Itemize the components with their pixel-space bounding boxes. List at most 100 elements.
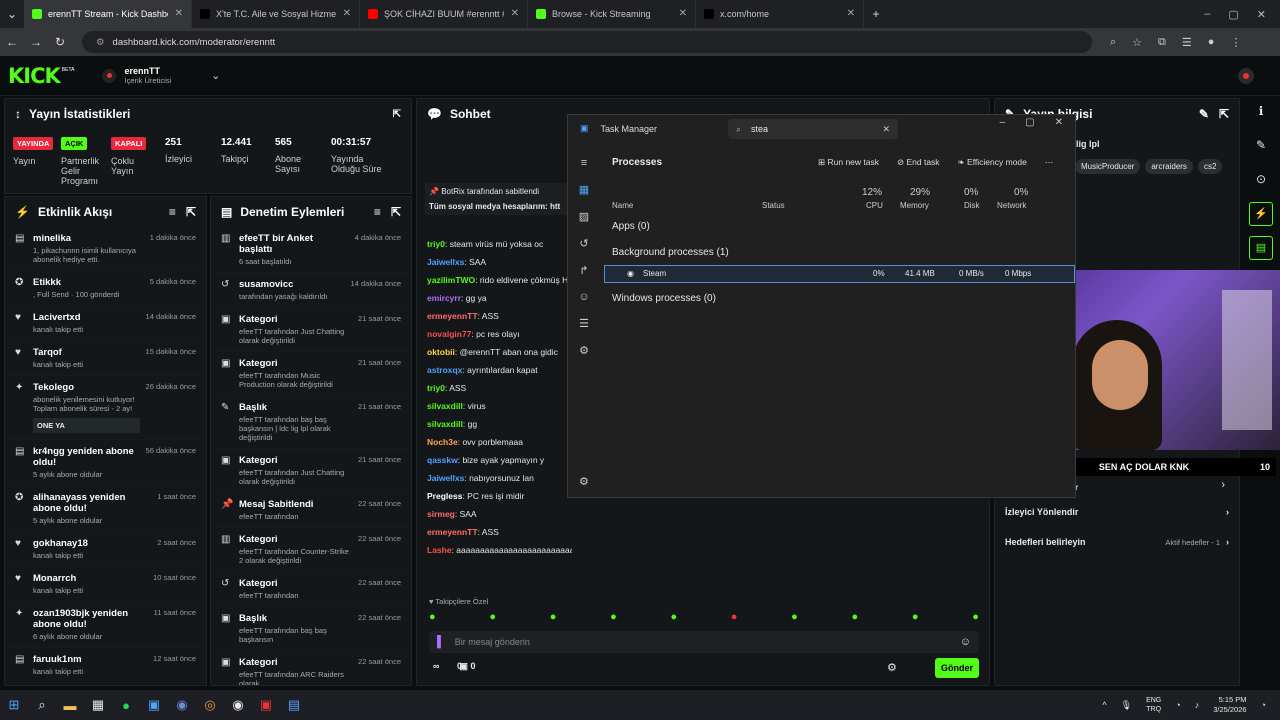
maximize-icon[interactable]: ▢ <box>1025 117 1034 128</box>
emote-icon[interactable]: ● <box>550 611 557 623</box>
wifi-icon[interactable]: ◔ <box>1175 700 1180 710</box>
minimize-icon[interactable]: – <box>1000 117 1006 128</box>
feed-item[interactable]: ▣ Kategori efeeTT tarafından ARC Raiders o… <box>211 651 411 685</box>
services-icon[interactable]: ⚙ <box>579 344 589 357</box>
store-icon[interactable]: ▦ <box>84 697 112 713</box>
background-group[interactable]: Background processes (1) <box>604 247 1075 258</box>
col-name[interactable]: Name <box>612 201 633 210</box>
close-tab-icon[interactable]: ✕ <box>343 8 351 19</box>
pencil-icon[interactable]: ✎ <box>1242 138 1280 152</box>
chat-username[interactable]: silvaxdill <box>427 401 463 411</box>
filter-icon[interactable]: ≡ <box>169 205 176 219</box>
app-icon[interactable]: ▣ <box>140 697 168 713</box>
chat-username[interactable]: triy0 <box>427 383 445 393</box>
details-icon[interactable]: ☰ <box>579 317 589 330</box>
info-row[interactable]: Hedefleri belirleyin Aktif hedefler - 1 › <box>995 527 1239 557</box>
emote-icon[interactable]: ● <box>912 611 919 623</box>
search-icon[interactable]: ⌕ <box>28 697 56 713</box>
feed-item[interactable]: ♥ gokhanay18 kanalı takip etti 2 saat önce <box>5 532 206 567</box>
chat-message[interactable]: astroxqx: ayrıntılardan kapat <box>417 361 572 379</box>
emote-icon[interactable]: ● <box>489 611 496 623</box>
forward-icon[interactable]: → <box>24 35 48 49</box>
reading-list-icon[interactable]: ☰ <box>1182 36 1192 49</box>
stream-tag[interactable]: arcraiders <box>1145 159 1193 174</box>
mic-icon[interactable]: 🎙 <box>1121 700 1132 711</box>
startup-icon[interactable]: ↱ <box>579 264 588 277</box>
close-icon[interactable]: ✕ <box>1055 117 1063 128</box>
col-disk[interactable]: Disk <box>964 201 980 210</box>
chat-message[interactable]: Noch3e: ovv porblemaaa <box>417 433 572 451</box>
filter-icon[interactable]: ≡ <box>374 205 381 219</box>
users-icon[interactable]: ☺ <box>578 291 589 303</box>
col-memory[interactable]: Memory <box>900 201 929 210</box>
feed-item[interactable]: ▣ Kategori efeeTT tarafından Just Chatting… <box>211 449 411 493</box>
emote-icon[interactable]: ● <box>852 611 859 623</box>
pinned-message[interactable]: 📌 BotRix tarafından sabitlendi Tüm sosya… <box>425 183 575 215</box>
chat-username[interactable]: ermeyennTT <box>427 311 478 321</box>
lightning-icon[interactable]: ⚡ <box>1249 202 1273 226</box>
volume-icon[interactable]: ♪ <box>1195 700 1200 710</box>
file-explorer-icon[interactable]: ▬ <box>56 698 84 713</box>
chat-message[interactable]: sirmeg: SAA <box>417 505 572 523</box>
spotify-icon[interactable]: ● <box>112 698 140 713</box>
feed-item[interactable]: ♥ Tarqof kanalı takip etti 15 dakika önce <box>5 341 206 376</box>
chat-input[interactable]: ▌ Bir mesaj gönderin ☺ <box>429 631 979 653</box>
reload-icon[interactable]: ↻ <box>48 35 72 49</box>
info-circle-icon[interactable]: ℹ <box>1242 104 1280 118</box>
chat-username[interactable]: qasskw <box>427 455 458 465</box>
emote-icon[interactable]: ● <box>610 611 617 623</box>
chat-username[interactable]: astroxqx <box>427 365 462 375</box>
chat-message[interactable]: silvaxdill: virus <box>417 397 572 415</box>
kick-logo[interactable]: KICK <box>8 64 61 88</box>
chat-message[interactable]: novalgin77: pc res olayı <box>417 325 572 343</box>
clock[interactable]: 5:15 PM 3/25/2026 <box>1213 695 1246 715</box>
chat-username[interactable]: novalgin77 <box>427 329 471 339</box>
chat-username[interactable]: Jaiwellxs <box>427 257 464 267</box>
col-status[interactable]: Status <box>762 201 785 210</box>
chat-username[interactable]: silvaxdill <box>427 419 463 429</box>
close-tab-icon[interactable]: ✕ <box>679 8 687 19</box>
bookmark-star-icon[interactable]: ☆ <box>1132 36 1142 49</box>
close-window-icon[interactable]: ✕ <box>1257 8 1266 21</box>
chat-message[interactable]: oktobii: @erennTT aban ona gidic <box>417 343 572 361</box>
hamburger-icon[interactable]: ≡ <box>581 157 587 169</box>
popout-icon[interactable]: ⇱ <box>1219 107 1229 121</box>
points-counter[interactable]: ∞ <box>433 661 439 672</box>
tm-settings-icon[interactable]: ⚙ <box>579 475 589 488</box>
feed-item[interactable]: ✦ Tekolego abonelik yenilemesini kutluyor!… <box>5 376 206 440</box>
feed-item[interactable]: ▣ Kategori efeeTT tarafından Just Chatting… <box>211 308 411 352</box>
clear-search-icon[interactable]: ✕ <box>882 124 890 135</box>
feed-item[interactable]: ▤ minelika 1, pikachunnn isimli kullanıcıy… <box>5 227 206 271</box>
efficiency-mode-button[interactable]: ❧ Efficiency mode <box>958 157 1027 168</box>
feed-item[interactable]: ▤ faruuk1nm kanalı takip etti 12 saat önce <box>5 648 206 683</box>
close-tab-icon[interactable]: ✕ <box>511 8 519 19</box>
steam-process-row[interactable]: ◉ Steam 0% 41.4 MB 0 MB/s 0 Mbps <box>604 265 1075 283</box>
feed-item[interactable]: ✪ alihanayass yeniden abone oldu! 5 aylık … <box>5 486 206 532</box>
url-field[interactable]: ⚙ dashboard.kick.com/moderator/erenntt <box>82 31 1092 53</box>
chrome-icon[interactable]: ◎ <box>196 697 224 713</box>
chat-message[interactable]: Pregless: PC res işi midir <box>417 487 572 505</box>
chat-username[interactable]: Noch3e <box>427 437 458 447</box>
chat-message[interactable]: Jaiwellxs: SAA <box>417 253 572 271</box>
chat-message[interactable]: ermeyennTT: ASS <box>417 307 572 325</box>
account-avatar[interactable] <box>1238 67 1254 84</box>
mic-icon[interactable]: ▌ <box>437 636 445 648</box>
back-icon[interactable]: ← <box>0 35 24 49</box>
end-task-button[interactable]: ⊘ End task <box>897 157 940 168</box>
minimize-icon[interactable]: – <box>1204 8 1210 21</box>
notifications-icon[interactable]: ◔ <box>1261 700 1266 710</box>
send-button[interactable]: Gönder <box>935 658 979 678</box>
tray-chevron-icon[interactable]: ^ <box>1102 700 1106 710</box>
browser-menu-icon[interactable]: ⋮ <box>1230 36 1241 49</box>
emote-icon[interactable]: ● <box>791 611 798 623</box>
chat-username[interactable]: Pregless <box>427 491 462 501</box>
start-icon[interactable]: ⊞ <box>0 697 28 713</box>
feed-item[interactable]: ♥ Monarrch kanalı takip etti 10 saat önce <box>5 567 206 602</box>
popout-icon[interactable]: ⇱ <box>391 205 401 219</box>
chat-message[interactable]: Lashe: aaaaaaaaaaaaaaaaaaaaaaaaaaaaaaaaa… <box>417 541 572 559</box>
tab-search-icon[interactable]: ⌄ <box>0 7 24 21</box>
feed-item[interactable]: ▣ Kategori efeeTT tarafından Music Product… <box>211 352 411 396</box>
close-tab-icon[interactable]: ✕ <box>175 8 183 19</box>
feed-item[interactable]: 📌 Mesaj Sabitlendi efeeTT tarafından 22 saa… <box>211 493 411 528</box>
processes-icon[interactable]: ▦ <box>579 183 589 196</box>
